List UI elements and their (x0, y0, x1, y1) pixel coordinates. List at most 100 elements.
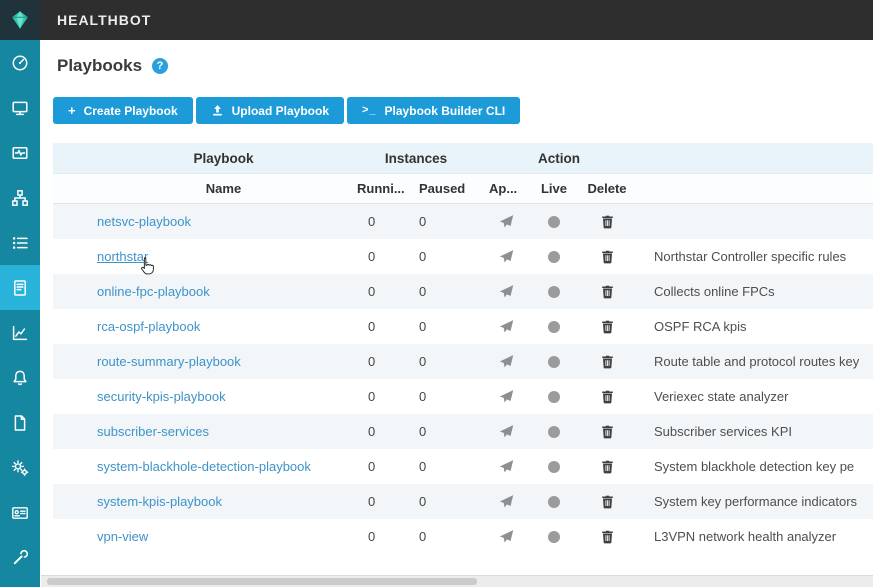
playbook-builder-cli-button[interactable]: >_ Playbook Builder CLI (347, 97, 520, 124)
page-header: Playbooks ? (40, 40, 873, 76)
delete-button[interactable] (600, 354, 615, 369)
playbook-link[interactable]: online-fpc-playbook (97, 284, 210, 299)
column-header-live: Live (530, 181, 578, 196)
table-row: route-summary-playbook 0 0 Route table a… (53, 344, 873, 379)
paused-count: 0 (412, 214, 482, 229)
delete-button[interactable] (600, 529, 615, 544)
apply-button[interactable] (499, 354, 514, 369)
trash-icon (600, 459, 615, 474)
app-title: HEALTHBOT (57, 12, 151, 28)
sidebar-item-reports[interactable] (0, 400, 40, 445)
main-content: Playbooks ? + Create Playbook Upload Pla… (40, 40, 873, 587)
live-status-icon[interactable] (548, 286, 560, 298)
running-count: 0 (350, 319, 412, 334)
group-header-playbook: Playbook (53, 151, 350, 166)
terminal-prompt-icon: >_ (362, 105, 377, 116)
live-status-icon[interactable] (548, 461, 560, 473)
paper-plane-icon (499, 354, 514, 369)
live-status-icon[interactable] (548, 251, 560, 263)
create-playbook-button[interactable]: + Create Playbook (53, 97, 193, 124)
top-bar: HEALTHBOT (0, 0, 873, 40)
delete-button[interactable] (600, 249, 615, 264)
live-status-icon[interactable] (548, 531, 560, 543)
sidebar-item-tasks[interactable] (0, 220, 40, 265)
table-row: security-kpis-playbook 0 0 Veriexec stat… (53, 379, 873, 414)
playbook-description: System key performance indicators (636, 494, 873, 509)
playbook-description: Subscriber services KPI (636, 424, 873, 439)
sidebar-item-dashboard[interactable] (0, 40, 40, 85)
apply-button[interactable] (499, 529, 514, 544)
playbook-link[interactable]: system-kpis-playbook (97, 494, 222, 509)
apply-button[interactable] (499, 249, 514, 264)
apply-button[interactable] (499, 319, 514, 334)
delete-button[interactable] (600, 494, 615, 509)
running-count: 0 (350, 354, 412, 369)
sidebar-item-idcard[interactable] (0, 490, 40, 535)
app-logo[interactable] (0, 0, 40, 40)
paper-plane-icon (499, 214, 514, 229)
playbook-link[interactable]: vpn-view (97, 529, 148, 544)
sidebar-item-monitor[interactable] (0, 85, 40, 130)
playbook-link[interactable]: route-summary-playbook (97, 354, 241, 369)
apply-button[interactable] (499, 214, 514, 229)
scrollbar-thumb[interactable] (47, 578, 477, 585)
delete-button[interactable] (600, 424, 615, 439)
sidebar-item-topology[interactable] (0, 175, 40, 220)
horizontal-scrollbar[interactable] (41, 575, 873, 587)
paper-plane-icon (499, 249, 514, 264)
playbook-description: OSPF RCA kpis (636, 319, 873, 334)
paused-count: 0 (412, 319, 482, 334)
playbook-link[interactable]: netsvc-playbook (97, 214, 191, 229)
playbook-link[interactable]: system-blackhole-detection-playbook (97, 459, 311, 474)
sidebar-item-playbooks[interactable] (0, 265, 40, 310)
playbook-link[interactable]: northstar (97, 249, 148, 264)
delete-button[interactable] (600, 389, 615, 404)
paper-plane-icon (499, 284, 514, 299)
delete-button[interactable] (600, 459, 615, 474)
apply-button[interactable] (499, 459, 514, 474)
delete-button[interactable] (600, 214, 615, 229)
table-row: system-blackhole-detection-playbook 0 0 … (53, 449, 873, 484)
table-row: vpn-view 0 0 L3VPN network health analyz… (53, 519, 873, 554)
delete-button[interactable] (600, 284, 615, 299)
apply-button[interactable] (499, 424, 514, 439)
live-status-icon[interactable] (548, 356, 560, 368)
column-header-delete: Delete (578, 181, 636, 196)
live-status-icon[interactable] (548, 391, 560, 403)
sidebar-item-settings[interactable] (0, 445, 40, 490)
paper-plane-icon (499, 389, 514, 404)
paper-plane-icon (499, 459, 514, 474)
sidebar-item-health[interactable] (0, 130, 40, 175)
apply-button[interactable] (499, 494, 514, 509)
help-icon[interactable]: ? (152, 58, 168, 74)
sidebar-item-tools[interactable] (0, 535, 40, 580)
paper-plane-icon (499, 424, 514, 439)
live-status-icon[interactable] (548, 321, 560, 333)
group-header-action: Action (482, 151, 636, 166)
playbook-description: Northstar Controller specific rules (636, 249, 873, 264)
group-header-instances: Instances (350, 151, 482, 166)
apply-button[interactable] (499, 389, 514, 404)
upload-playbook-button[interactable]: Upload Playbook (196, 97, 344, 124)
id-card-icon (11, 504, 29, 522)
live-status-icon[interactable] (548, 426, 560, 438)
paused-count: 0 (412, 354, 482, 369)
running-count: 0 (350, 529, 412, 544)
apply-button[interactable] (499, 284, 514, 299)
table-row: subscriber-services 0 0 Subscriber servi… (53, 414, 873, 449)
sidebar-item-charts[interactable] (0, 310, 40, 355)
sidebar-item-alerts[interactable] (0, 355, 40, 400)
live-status-icon[interactable] (548, 216, 560, 228)
playbook-link[interactable]: security-kpis-playbook (97, 389, 226, 404)
file-icon (11, 414, 29, 432)
table-row: northstar 0 0 Northstar Controller speci… (53, 239, 873, 274)
bell-icon (11, 369, 29, 387)
column-header-paused: Paused (412, 181, 482, 196)
live-status-icon[interactable] (548, 496, 560, 508)
paused-count: 0 (412, 389, 482, 404)
column-header-name: Name (53, 181, 350, 196)
playbook-link[interactable]: rca-ospf-playbook (97, 319, 200, 334)
delete-button[interactable] (600, 319, 615, 334)
playbook-builder-cli-label: Playbook Builder CLI (385, 104, 506, 118)
playbook-link[interactable]: subscriber-services (97, 424, 209, 439)
